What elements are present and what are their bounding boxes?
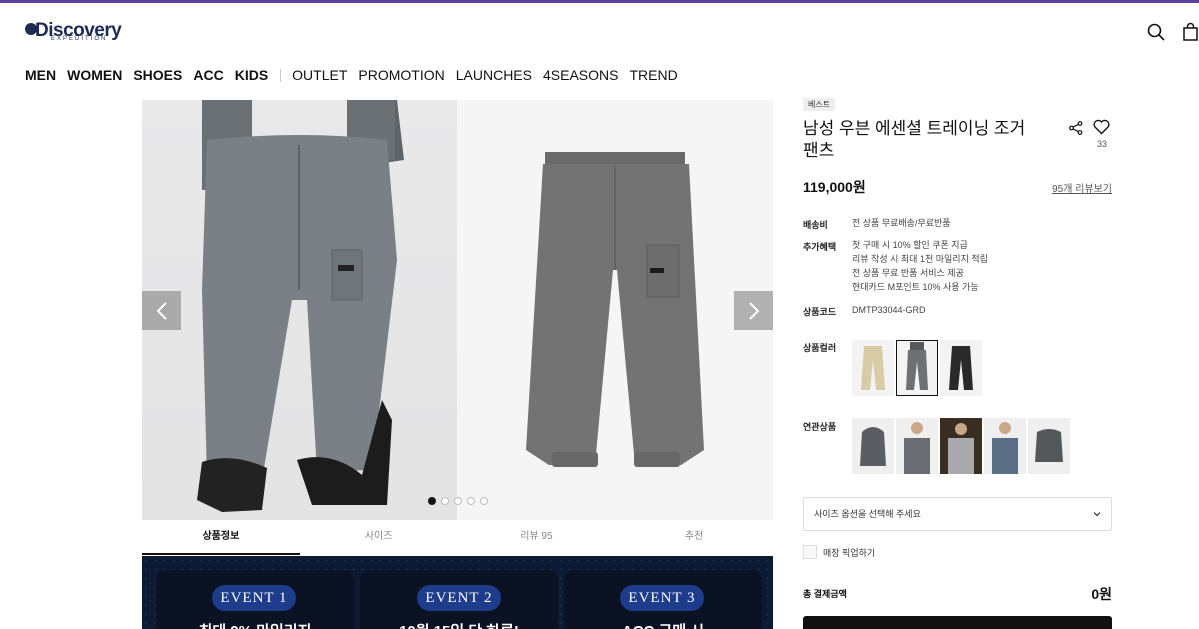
slide-indicator	[428, 497, 488, 505]
chevron-left-icon	[156, 301, 167, 320]
event-card[interactable]: EVENT 1 최대 9% 마일리지	[156, 570, 354, 629]
color-swatch[interactable]	[940, 340, 982, 396]
nav-item-shoes[interactable]: SHOES	[133, 67, 182, 83]
nav-item-4seasons[interactable]: 4SEASONS	[543, 67, 618, 83]
tab-size[interactable]: 사이즈	[300, 521, 458, 555]
benefits-label: 추가혜택	[803, 242, 837, 252]
product-image-model	[142, 100, 457, 520]
total-price: 0원	[1091, 586, 1112, 602]
tab-product-info[interactable]: 상품정보	[142, 521, 300, 555]
nav-item-outlet[interactable]: OUTLET	[292, 67, 347, 83]
heart-icon[interactable]	[1093, 119, 1110, 135]
event-label: EVENT 1	[212, 585, 296, 611]
related-product-thumb[interactable]	[1028, 418, 1070, 474]
slide-dot[interactable]	[428, 497, 436, 505]
nav-item-trend[interactable]: TREND	[629, 67, 677, 83]
top-accent-bar	[0, 0, 1199, 3]
color-swatch[interactable]	[852, 340, 894, 396]
event-label: EVENT 2	[417, 585, 501, 611]
benefit-item: 리뷰 작성 시 최대 1천 마일리지 적립	[852, 254, 988, 264]
benefits-list: 첫 구매 시 10% 할인 쿠폰 지급 리뷰 작성 시 최대 1천 마일리지 적…	[852, 238, 988, 294]
color-label: 상품컬러	[803, 343, 837, 353]
nav-item-kids[interactable]: KIDS	[235, 67, 268, 83]
related-product-thumb[interactable]	[940, 418, 982, 474]
product-code-value: DMTP33044-GRD	[852, 305, 926, 315]
chevron-right-icon	[748, 301, 759, 320]
size-select-placeholder: 사이즈 옵션을 선택해 주세요	[814, 509, 921, 519]
nav-item-women[interactable]: WOMEN	[67, 67, 122, 83]
related-product-thumb[interactable]	[852, 418, 894, 474]
tab-reviews[interactable]: 리뷰 95	[458, 521, 616, 555]
event-banner: EVENT 1 최대 9% 마일리지 EVENT 2 10월 15일 단 하루!…	[142, 556, 773, 629]
product-tabs: 상품정보 사이즈 리뷰 95 추천	[142, 521, 773, 555]
related-product-thumb[interactable]	[984, 418, 1026, 474]
logo-subtext: EXPEDITION	[51, 36, 108, 42]
slide-dot[interactable]	[480, 497, 488, 505]
like-count: 33	[1096, 139, 1107, 149]
event-label: EVENT 3	[620, 585, 704, 611]
size-select[interactable]: 사이즈 옵션을 선택해 주세요	[803, 497, 1112, 531]
shipping-label: 배송비	[803, 220, 828, 230]
product-title: 남성 우븐 에센셜 트레이닝 조거팬츠	[803, 119, 1026, 160]
slide-dot[interactable]	[467, 497, 475, 505]
event-teaser: 10월 15일 단 하루!	[360, 621, 558, 629]
review-link[interactable]: 95개 리뷰보기	[1040, 180, 1112, 195]
store-pickup-checkbox[interactable]	[803, 545, 817, 559]
event-teaser: ACC 구매 시	[564, 621, 762, 629]
benefit-item: 현대카드 M포인트 10% 사용 가능	[852, 282, 979, 292]
nav-item-launches[interactable]: LAUNCHES	[456, 67, 532, 83]
event-card[interactable]: EVENT 2 10월 15일 단 하루!	[360, 570, 558, 629]
store-pickup-label: 매장 픽업하기	[823, 547, 876, 558]
benefit-item: 전 상품 무료 반품 서비스 제공	[852, 268, 964, 278]
slide-dot[interactable]	[441, 497, 449, 505]
related-label: 연관상품	[803, 422, 837, 432]
product-gallery[interactable]	[142, 100, 773, 520]
event-card[interactable]: EVENT 3 ACC 구매 시	[564, 570, 762, 629]
brand-logo[interactable]: Discovery EXPEDITION	[25, 20, 125, 44]
shopping-bag-icon[interactable]	[1182, 22, 1199, 42]
store-pickup-option[interactable]: 매장 픽업하기	[803, 545, 875, 559]
slide-dot[interactable]	[454, 497, 462, 505]
buy-button[interactable]	[803, 616, 1112, 629]
chevron-down-icon	[1093, 512, 1101, 517]
prev-slide-button[interactable]	[142, 291, 181, 330]
nav-item-men[interactable]: MEN	[25, 67, 56, 83]
shipping-value: 전 상품 무료배송/무료반품	[852, 218, 951, 228]
related-product-thumb[interactable]	[896, 418, 938, 474]
product-price: 119,000원	[803, 179, 866, 195]
best-badge: 베스트	[803, 98, 836, 111]
share-icon[interactable]	[1069, 121, 1083, 135]
tab-recommend[interactable]: 추천	[615, 521, 773, 555]
product-code-label: 상품코드	[803, 307, 837, 317]
nav-item-acc[interactable]: ACC	[193, 67, 223, 83]
color-swatch-selected[interactable]	[896, 340, 938, 396]
search-icon[interactable]	[1146, 22, 1166, 42]
product-image-flat	[457, 100, 773, 520]
nav-item-promotion[interactable]: PROMOTION	[358, 67, 444, 83]
benefit-item: 첫 구매 시 10% 할인 쿠폰 지급	[852, 240, 968, 250]
total-label: 총 결제금액	[803, 589, 847, 599]
event-teaser: 최대 9% 마일리지	[156, 621, 354, 629]
main-nav: MEN WOMEN SHOES ACC KIDS OUTLET PROMOTIO…	[25, 66, 689, 84]
nav-divider	[280, 68, 282, 82]
next-slide-button[interactable]	[734, 291, 773, 330]
